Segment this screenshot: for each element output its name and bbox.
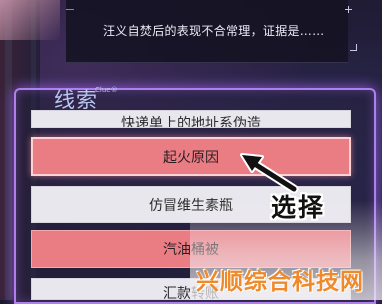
clue-item-address[interactable]: 快递单上的地址系伪造 xyxy=(31,110,351,128)
clue-item-label: 起火原因 xyxy=(163,149,219,166)
site-watermark: 兴顺综合科技网 xyxy=(196,269,364,295)
clue-item-label: 快递单上的地址系伪造 xyxy=(121,116,261,128)
scene-light xyxy=(0,0,60,40)
scene-post xyxy=(5,0,12,300)
dialog-text: 汪义自焚后的表现不合常理，证据是…… xyxy=(103,24,325,38)
annotation-label: 选择 xyxy=(271,193,326,222)
clue-item-fire-cause[interactable]: 起火原因 xyxy=(31,137,351,176)
dialog-continue-icon[interactable] xyxy=(350,44,357,51)
dialog-decoration-line xyxy=(66,9,74,10)
clue-panel-subtitle: Clue® xyxy=(95,86,118,94)
dialog-cross-icon-v xyxy=(348,6,349,13)
